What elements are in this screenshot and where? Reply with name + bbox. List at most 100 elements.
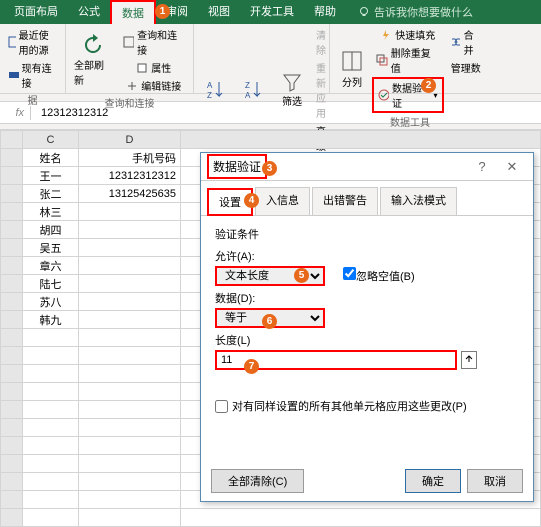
cell[interactable] xyxy=(79,455,181,473)
cell[interactable]: 陆七 xyxy=(23,275,79,293)
cell[interactable] xyxy=(23,419,79,437)
cell[interactable] xyxy=(181,509,541,527)
clear-all-button[interactable]: 全部清除(C) xyxy=(211,469,304,493)
btn-edit-links[interactable]: 编辑链接 xyxy=(119,77,189,94)
cell[interactable]: 13125425635 xyxy=(79,185,181,203)
cell[interactable] xyxy=(23,401,79,419)
tab-data[interactable]: 数据 xyxy=(110,0,156,24)
corner-cell[interactable] xyxy=(1,131,23,149)
row-header[interactable] xyxy=(1,473,23,491)
cell[interactable] xyxy=(23,347,79,365)
cell[interactable]: 吴五 xyxy=(23,239,79,257)
row-header[interactable] xyxy=(1,275,23,293)
btn-recent-sources[interactable]: 最近使用的源 xyxy=(4,26,61,58)
cell[interactable] xyxy=(23,365,79,383)
dialog-titlebar[interactable]: 数据验证 ? ✕ xyxy=(201,153,533,181)
row-header[interactable] xyxy=(1,293,23,311)
tab-view[interactable]: 视图 xyxy=(198,0,240,24)
cell[interactable]: 王一 xyxy=(23,167,79,185)
tab-pagelayout[interactable]: 页面布局 xyxy=(4,0,68,24)
cell[interactable] xyxy=(79,203,181,221)
tab-formulas[interactable]: 公式 xyxy=(68,0,110,24)
cell[interactable] xyxy=(79,329,181,347)
apply-same-checkbox[interactable]: 对有同样设置的所有其他单元格应用这些更改(P) xyxy=(215,398,519,414)
cell[interactable]: 章六 xyxy=(23,257,79,275)
row-header[interactable] xyxy=(1,455,23,473)
tab-help[interactable]: 帮助 xyxy=(304,0,346,24)
row-header[interactable] xyxy=(1,491,23,509)
btn-clear[interactable]: 清除 xyxy=(312,26,330,58)
cell[interactable] xyxy=(79,383,181,401)
cell[interactable] xyxy=(79,347,181,365)
cell[interactable] xyxy=(79,401,181,419)
row-header[interactable] xyxy=(1,221,23,239)
apply-same-input[interactable] xyxy=(215,400,228,413)
ok-button[interactable]: 确定 xyxy=(405,469,461,493)
row-header[interactable] xyxy=(1,437,23,455)
row-header[interactable] xyxy=(1,419,23,437)
col-header-rest[interactable] xyxy=(181,131,541,149)
cell[interactable] xyxy=(79,275,181,293)
row-header[interactable] xyxy=(1,347,23,365)
cell[interactable]: 胡四 xyxy=(23,221,79,239)
row-header[interactable] xyxy=(1,311,23,329)
row-header[interactable] xyxy=(1,401,23,419)
row-header[interactable] xyxy=(1,257,23,275)
dialog-tab-error[interactable]: 出错警告 xyxy=(312,187,378,215)
btn-text-to-cols[interactable]: 分列 xyxy=(334,26,370,113)
cell[interactable] xyxy=(79,365,181,383)
btn-existing-conn[interactable]: 现有连接 xyxy=(4,59,61,91)
row-header[interactable] xyxy=(1,185,23,203)
cell[interactable]: 苏八 xyxy=(23,293,79,311)
row-header[interactable] xyxy=(1,329,23,347)
cell[interactable] xyxy=(79,473,181,491)
cell[interactable] xyxy=(23,473,79,491)
row-header[interactable] xyxy=(1,509,23,527)
btn-remove-dup[interactable]: 删除重复值 xyxy=(372,44,444,76)
ignore-blank-checkbox[interactable]: 忽略空值(B) xyxy=(343,267,415,284)
row-header[interactable] xyxy=(1,383,23,401)
dialog-tab-ime[interactable]: 输入法模式 xyxy=(380,187,457,215)
ignore-blank-input[interactable] xyxy=(343,267,356,280)
cell[interactable] xyxy=(23,437,79,455)
row-header[interactable] xyxy=(1,149,23,167)
btn-sub[interactable]: 管理数 xyxy=(446,59,486,76)
cell[interactable] xyxy=(23,455,79,473)
cell[interactable]: 林三 xyxy=(23,203,79,221)
dialog-tab-input[interactable]: 入信息 xyxy=(255,187,310,215)
cell[interactable]: 张二 xyxy=(23,185,79,203)
btn-refresh-all[interactable]: 全部刷新 xyxy=(70,26,117,94)
tab-developer[interactable]: 开发工具 xyxy=(240,0,304,24)
cancel-button[interactable]: 取消 xyxy=(467,469,523,493)
help-icon[interactable]: ? xyxy=(467,159,497,174)
cell[interactable] xyxy=(79,491,181,509)
range-picker-icon[interactable] xyxy=(461,351,477,369)
cell[interactable] xyxy=(23,509,79,527)
cell[interactable] xyxy=(79,437,181,455)
tell-me[interactable]: 告诉我你想要做什么 xyxy=(358,4,473,20)
cell[interactable] xyxy=(79,419,181,437)
btn-flash-fill[interactable]: 快速填充 xyxy=(372,26,444,43)
cell[interactable]: 手机号码 xyxy=(79,149,181,167)
btn-reapply[interactable]: 重新应用 xyxy=(312,59,330,121)
btn-queries[interactable]: 查询和连接 xyxy=(119,26,189,58)
cell[interactable] xyxy=(79,221,181,239)
cell[interactable] xyxy=(23,383,79,401)
btn-props[interactable]: 属性 xyxy=(119,59,189,76)
close-icon[interactable]: ✕ xyxy=(497,159,527,175)
cell[interactable] xyxy=(79,311,181,329)
row-header[interactable] xyxy=(1,239,23,257)
cell[interactable] xyxy=(23,491,79,509)
col-header-c[interactable]: C xyxy=(23,131,79,149)
cell[interactable]: 姓名 xyxy=(23,149,79,167)
fx-value[interactable]: 12312312312 xyxy=(31,107,108,119)
cell[interactable] xyxy=(79,257,181,275)
row-header[interactable] xyxy=(1,203,23,221)
row-header[interactable] xyxy=(1,167,23,185)
row-header[interactable] xyxy=(1,365,23,383)
cell[interactable]: 12312312312 xyxy=(79,167,181,185)
col-header-d[interactable]: D xyxy=(79,131,181,149)
btn-merge[interactable]: 合并 xyxy=(446,26,486,58)
cell[interactable]: 韩九 xyxy=(23,311,79,329)
cell[interactable] xyxy=(79,509,181,527)
